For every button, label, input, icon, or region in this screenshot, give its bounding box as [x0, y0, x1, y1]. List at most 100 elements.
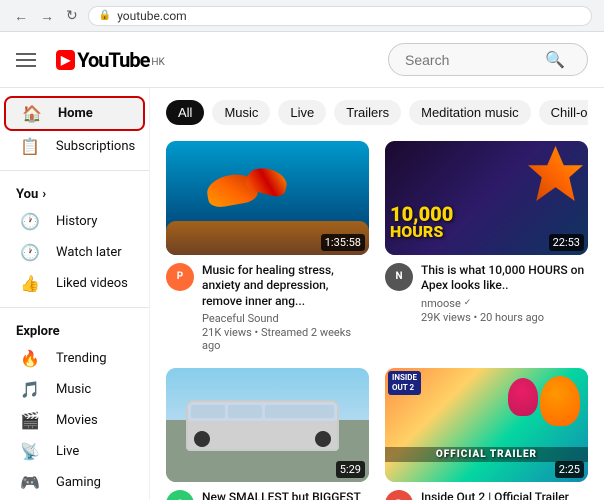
sidebar-item-home-label: Home — [58, 106, 93, 121]
divider-2 — [0, 307, 149, 308]
lock-icon: 🔒 — [99, 10, 111, 21]
sidebar-item-watch-later[interactable]: 🕐 Watch later — [4, 237, 145, 268]
avatar-3: C — [166, 490, 194, 500]
home-icon: 🏠 — [22, 104, 42, 123]
main-content: All Music Live Trailers Meditation music… — [150, 88, 604, 500]
sidebar-item-trending-label: Trending — [56, 351, 107, 366]
url-text: youtube.com — [117, 9, 187, 23]
divider-1 — [0, 170, 149, 171]
avatar-4: P — [385, 490, 413, 500]
video-channel-2: nmoose ✓ — [421, 297, 588, 310]
filter-chip-music[interactable]: Music — [212, 100, 270, 125]
duration-badge-2: 22:53 — [549, 234, 584, 251]
you-section-title: You › — [0, 179, 149, 206]
logo-wordmark: YouTube — [77, 48, 149, 72]
verified-icon-2: ✓ — [464, 298, 472, 308]
thumbnail-4: INSIDEOUT 2 OFFICIAL TRAILER 2:25 — [385, 368, 588, 482]
you-section: You › 🕐 History 🕐 Watch later 👍 Liked vi… — [0, 179, 149, 299]
video-info-2: This is what 10,000 HOURS on Apex looks … — [421, 263, 588, 324]
video-meta-3: C New SMALLEST but BIGGEST Luxury Camper… — [166, 490, 369, 500]
thumbnail-2: 10,000 HOURS 22:53 — [385, 141, 588, 255]
gaming-icon: 🎮 — [20, 473, 40, 492]
browser-navigation[interactable]: ← → ↻ — [12, 5, 80, 26]
video-info-4: Inside Out 2 | Official Trailer Pixar ✓ … — [421, 490, 588, 500]
browser-bar: ← → ↻ 🔒 youtube.com — [0, 0, 604, 32]
search-icon: 🔍 — [545, 50, 565, 69]
sidebar-item-movies[interactable]: 🎬 Movies — [4, 405, 145, 436]
avatar-2: N — [385, 263, 413, 291]
official-trailer-text: OFFICIAL TRAILER — [385, 447, 588, 462]
liked-videos-icon: 👍 — [20, 274, 40, 293]
filter-chip-meditation[interactable]: Meditation music — [409, 100, 531, 125]
trending-icon: 🔥 — [20, 349, 40, 368]
video-title-4: Inside Out 2 | Official Trailer — [421, 490, 588, 500]
search-box[interactable]: 🔍 — [388, 43, 588, 76]
filter-chips: All Music Live Trailers Meditation music… — [166, 100, 588, 125]
subscriptions-icon: 📋 — [20, 137, 40, 156]
video-card-4[interactable]: INSIDEOUT 2 OFFICIAL TRAILER 2:25 P Insi… — [385, 368, 588, 500]
live-icon: 📡 — [20, 442, 40, 461]
filter-chip-all[interactable]: All — [166, 100, 204, 125]
sidebar-item-history[interactable]: 🕐 History — [4, 206, 145, 237]
sidebar-item-subscriptions[interactable]: 📋 Subscriptions — [4, 131, 145, 162]
search-input[interactable] — [405, 52, 545, 68]
explore-section-title: Explore — [0, 316, 149, 343]
video-card-1[interactable]: 1:35:58 P Music for healing stress, anxi… — [166, 141, 369, 352]
sidebar-item-gaming[interactable]: 🎮 Gaming — [4, 467, 145, 498]
sidebar-item-gaming-label: Gaming — [56, 475, 101, 490]
sidebar-item-live-label: Live — [56, 444, 79, 459]
filter-chip-chillout[interactable]: Chill-out music — [539, 100, 588, 125]
youtube-icon: ▶ — [56, 50, 75, 70]
video-meta-4: P Inside Out 2 | Official Trailer Pixar … — [385, 490, 588, 500]
video-title-1: Music for healing stress, anxiety and de… — [202, 263, 369, 310]
address-bar[interactable]: 🔒 youtube.com — [88, 6, 592, 26]
thumbnail-3: 5:29 — [166, 368, 369, 482]
duration-badge-1: 1:35:58 — [321, 234, 365, 251]
video-title-3: New SMALLEST but BIGGEST Luxury Camperva… — [202, 490, 369, 500]
video-meta-1: P Music for healing stress, anxiety and … — [166, 263, 369, 353]
nav-main-section: 🏠 Home 📋 Subscriptions — [0, 96, 149, 162]
music-icon: 🎵 — [20, 380, 40, 399]
filter-chip-trailers[interactable]: Trailers — [334, 100, 401, 125]
sidebar-item-history-label: History — [56, 214, 97, 229]
video-stats-2: 29K views • 20 hours ago — [421, 311, 588, 324]
video-stats-1: 21K views • Streamed 2 weeks ago — [202, 326, 369, 352]
sidebar-item-movies-label: Movies — [56, 413, 98, 428]
logo-region: HK — [151, 57, 164, 68]
thumbnail-1: 1:35:58 — [166, 141, 369, 255]
sidebar-item-trending[interactable]: 🔥 Trending — [4, 343, 145, 374]
video-info-3: New SMALLEST but BIGGEST Luxury Camperva… — [202, 490, 369, 500]
menu-button[interactable] — [16, 48, 40, 72]
video-card-2[interactable]: 10,000 HOURS 22:53 N This is what 10,000… — [385, 141, 588, 352]
main-layout: 🏠 Home 📋 Subscriptions You › 🕐 History 🕐… — [0, 88, 604, 500]
forward-button[interactable]: → — [38, 6, 56, 26]
youtube-logo[interactable]: ▶ YouTube HK — [56, 48, 165, 72]
history-icon: 🕐 — [20, 212, 40, 231]
duration-badge-4: 2:25 — [555, 461, 584, 478]
explore-section: Explore 🔥 Trending 🎵 Music 🎬 Movies 📡 Li… — [0, 316, 149, 500]
duration-badge-3: 5:29 — [336, 461, 365, 478]
video-card-3[interactable]: 5:29 C New SMALLEST but BIGGEST Luxury C… — [166, 368, 369, 500]
watch-later-icon: 🕐 — [20, 243, 40, 262]
reload-button[interactable]: ↻ — [64, 5, 80, 26]
sidebar-item-liked-videos[interactable]: 👍 Liked videos — [4, 268, 145, 299]
sidebar: 🏠 Home 📋 Subscriptions You › 🕐 History 🕐… — [0, 88, 150, 500]
avatar-1: P — [166, 263, 194, 291]
video-grid: 1:35:58 P Music for healing stress, anxi… — [166, 141, 588, 500]
header: ▶ YouTube HK 🔍 — [0, 32, 604, 88]
header-left: ▶ YouTube HK — [16, 48, 165, 72]
sidebar-item-live[interactable]: 📡 Live — [4, 436, 145, 467]
video-title-2: This is what 10,000 HOURS on Apex looks … — [421, 263, 588, 294]
sidebar-item-liked-videos-label: Liked videos — [56, 276, 128, 291]
sidebar-item-music[interactable]: 🎵 Music — [4, 374, 145, 405]
sidebar-item-watch-later-label: Watch later — [56, 245, 122, 260]
video-info-1: Music for healing stress, anxiety and de… — [202, 263, 369, 353]
video-meta-2: N This is what 10,000 HOURS on Apex look… — [385, 263, 588, 324]
sidebar-item-subscriptions-label: Subscriptions — [56, 139, 135, 154]
back-button[interactable]: ← — [12, 6, 30, 26]
sidebar-item-home[interactable]: 🏠 Home — [4, 96, 145, 131]
movies-icon: 🎬 — [20, 411, 40, 430]
filter-chip-live[interactable]: Live — [278, 100, 326, 125]
video-channel-1: Peaceful Sound — [202, 312, 369, 325]
sidebar-item-music-label: Music — [56, 382, 91, 397]
